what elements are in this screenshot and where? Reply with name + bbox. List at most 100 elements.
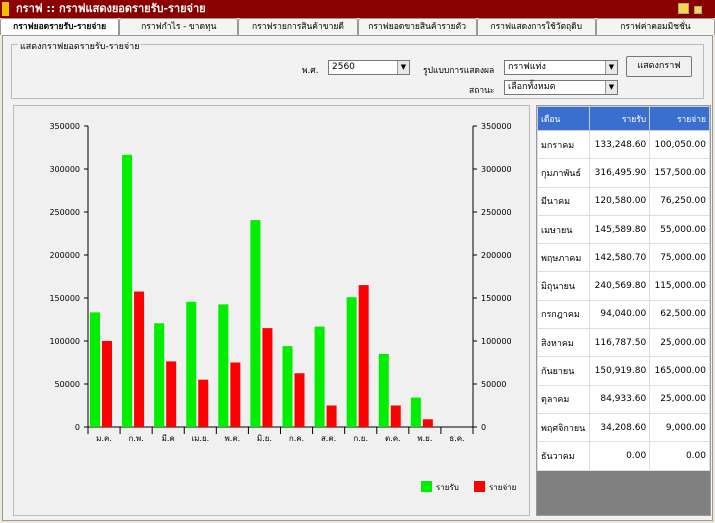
expense-cell: 55,000.00 [649, 214, 710, 245]
y-tick-label-right: 50000 [481, 380, 506, 389]
expense-bar [198, 379, 209, 427]
bar-chart: 0 0 50000 50000 100000 100000 150000 150000 2000… [49, 122, 516, 492]
y-tick-label-left: 300000 [49, 165, 80, 174]
income-bar [186, 301, 197, 427]
income-cell: 84,933.60 [589, 384, 651, 414]
year-select[interactable]: 2560 ▼ [328, 60, 410, 75]
format-select[interactable]: กราฟแท่ง ▼ [504, 60, 618, 75]
income-cell: 120,580.00 [589, 186, 651, 216]
x-tick-label: ธ.ค. [449, 434, 464, 443]
legend-label: รายจ่าย [489, 483, 516, 492]
expense-cell: 62,500.00 [649, 299, 710, 330]
income-cell: 145,589.80 [589, 214, 651, 245]
month-cell: มกราคม [536, 129, 591, 160]
window-title: กราฟ :: กราฟแสดงยอดรายรับ-รายจ่าย [16, 2, 206, 15]
income-cell: 94,040.00 [589, 299, 651, 330]
table-row[interactable]: พฤษภาคม 142,580.70 75,000.00 [536, 243, 710, 273]
main-panel: แสดงกราฟยอดรายรับ-รายจ่าย พ.ศ. 2560 ▼ รูป… [2, 35, 713, 521]
status-label: สถานะ [469, 86, 495, 96]
table-row[interactable]: มิถุนายน 240,569.80 115,000.00 [536, 271, 710, 301]
title-bar: กราฟ :: กราฟแสดงยอดรายรับ-รายจ่าย [0, 0, 715, 18]
y-tick-label-left: 50000 [55, 380, 80, 389]
month-cell: มิถุนายน [536, 271, 591, 301]
month-cell: พฤษภาคม [536, 243, 591, 273]
y-tick-label-right: 200000 [481, 251, 512, 260]
month-cell: ตุลาคม [536, 384, 591, 414]
table-row[interactable]: พฤศจิกายน 34,208.60 9,000.00 [536, 412, 710, 443]
tab-income-expense[interactable]: กราฟยอดรายรับ-รายจ่าย [0, 18, 120, 35]
y-tick-label-left: 250000 [49, 208, 80, 217]
table-row[interactable]: มีนาคม 120,580.00 76,250.00 [536, 186, 710, 216]
table-row[interactable]: กรกฎาคม 94,040.00 62,500.00 [536, 299, 710, 330]
col-month[interactable]: เดือน [536, 106, 591, 131]
x-tick-label: ก.พ. [129, 434, 144, 443]
minimize-icon[interactable] [678, 3, 689, 14]
show-chart-button[interactable]: แสดงกราฟ [626, 56, 692, 77]
expense-cell: 100,050.00 [649, 129, 710, 160]
income-bar [314, 326, 325, 427]
status-select[interactable]: เลือกทั้งหมด ▼ [504, 80, 618, 95]
month-cell: กันยายน [536, 356, 591, 386]
expense-bar [422, 419, 433, 427]
x-tick-label: มิ.ย. [257, 434, 272, 443]
expense-bar [102, 340, 112, 427]
table-row[interactable]: สิงหาคม 116,787.50 25,000.00 [536, 328, 710, 358]
tab-best-sellers[interactable]: กราฟรายการสินค้าขายดี [238, 18, 358, 35]
close-icon[interactable] [694, 6, 702, 14]
expense-bar [262, 328, 273, 427]
chevron-down-icon[interactable]: ▼ [397, 61, 409, 74]
tab-bar: กราฟยอดรายรับ-รายจ่าย กราฟกำไร - ขาดทุน … [0, 18, 715, 35]
expense-bar [230, 362, 241, 427]
x-tick-label: ก.ย. [353, 434, 368, 443]
tab-commission[interactable]: กราฟค่าคอมมิชชั่น [595, 18, 715, 35]
expense-bar [166, 361, 177, 427]
expense-cell: 115,000.00 [649, 271, 710, 301]
table-row[interactable]: กันยายน 150,919.80 165,000.00 [536, 356, 710, 386]
income-cell: 240,569.80 [589, 271, 651, 301]
y-tick-label-left: 0 [75, 423, 80, 432]
chart-area: 0 0 50000 50000 100000 100000 150000 150000 2000… [13, 105, 530, 516]
tab-product-sales[interactable]: กราฟยอดขายสินค้ารายตัว [357, 18, 477, 35]
tab-profit-loss[interactable]: กราฟกำไร - ขาดทุน [119, 18, 239, 35]
x-tick-label: พ.ย. [417, 434, 432, 443]
legend-label: รายรับ [436, 483, 459, 492]
expense-cell: 9,000.00 [649, 412, 710, 443]
y-tick-label-right: 100000 [481, 337, 512, 346]
x-tick-label: พ.ค. [225, 434, 241, 443]
year-label: พ.ศ. [302, 66, 319, 76]
expense-cell: 25,000.00 [649, 328, 710, 358]
y-tick-label-right: 300000 [481, 165, 512, 174]
income-cell: 133,248.60 [589, 129, 651, 160]
table-row[interactable]: เมษายน 145,589.80 55,000.00 [536, 214, 710, 245]
income-bar [410, 397, 421, 427]
income-bar [282, 346, 293, 427]
income-bar [122, 154, 133, 427]
expense-cell: 157,500.00 [649, 158, 710, 188]
col-expense[interactable]: รายจ่าย [649, 106, 710, 131]
expense-bar [358, 285, 369, 427]
table-row[interactable]: ธันวาคม 0.00 0.00 [536, 441, 710, 471]
y-tick-label-left: 350000 [49, 122, 80, 131]
col-income[interactable]: รายรับ [589, 106, 651, 131]
income-bar [250, 220, 261, 427]
table-row[interactable]: กุมภาพันธ์ 316,495.90 157,500.00 [536, 158, 710, 188]
y-tick-label-right: 150000 [481, 294, 512, 303]
format-value: กราฟแท่ง [508, 62, 546, 72]
expense-cell: 0.00 [649, 441, 710, 471]
table-row[interactable]: ตุลาคม 84,933.60 25,000.00 [536, 384, 710, 414]
expense-bar [390, 405, 401, 427]
year-value: 2560 [332, 62, 355, 72]
app-icon [2, 2, 9, 16]
month-cell: เมษายน [536, 214, 591, 245]
data-table[interactable]: เดือน รายรับ รายจ่าย มกราคม 133,248.60 100… [536, 105, 711, 516]
chevron-down-icon[interactable]: ▼ [605, 81, 617, 94]
y-tick-label-left: 100000 [49, 337, 80, 346]
income-cell: 34,208.60 [589, 412, 651, 443]
x-tick-label: ส.ค. [321, 434, 336, 443]
month-cell: พฤศจิกายน [536, 412, 591, 443]
legend-swatch [474, 481, 485, 492]
chevron-down-icon[interactable]: ▼ [605, 61, 617, 74]
month-cell: สิงหาคม [536, 328, 591, 358]
table-row[interactable]: มกราคม 133,248.60 100,050.00 [536, 129, 710, 160]
tab-materials[interactable]: กราฟแสดงการใช้วัตถุดิบ [476, 18, 596, 35]
